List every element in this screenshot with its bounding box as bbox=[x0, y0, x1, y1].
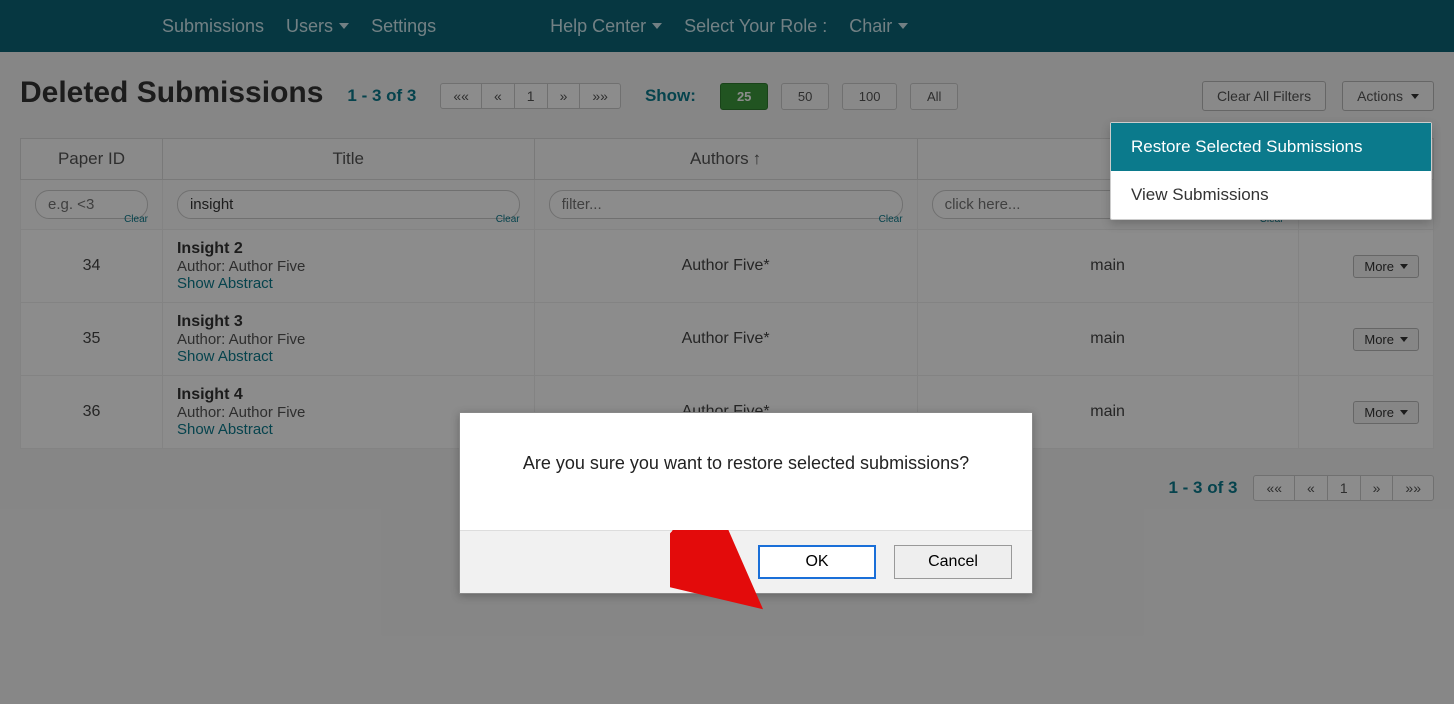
actions-view-submissions[interactable]: View Submissions bbox=[1111, 171, 1431, 219]
confirm-cancel-button[interactable]: Cancel bbox=[894, 545, 1012, 579]
actions-dropdown: Restore Selected Submissions View Submis… bbox=[1110, 122, 1432, 220]
confirm-modal-message: Are you sure you want to restore selecte… bbox=[460, 413, 1032, 530]
confirm-modal: Are you sure you want to restore selecte… bbox=[459, 412, 1033, 594]
modal-backdrop bbox=[0, 0, 1454, 704]
actions-restore-selected[interactable]: Restore Selected Submissions bbox=[1111, 123, 1431, 171]
confirm-ok-button[interactable]: OK bbox=[758, 545, 876, 579]
